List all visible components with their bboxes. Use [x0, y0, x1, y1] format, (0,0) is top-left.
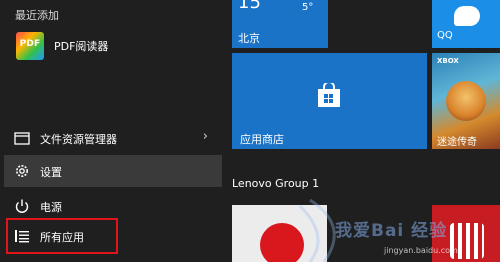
- tile-store[interactable]: 应用商店: [232, 53, 427, 149]
- xbox-badge: XBOX: [437, 57, 459, 65]
- tile-group-title[interactable]: Lenovo Group 1: [232, 177, 319, 190]
- recent-app-label: PDF阅读器: [54, 40, 109, 53]
- folder-icon: [14, 132, 30, 145]
- gear-icon: [16, 165, 28, 177]
- pdf-reader-icon: PDF: [16, 32, 44, 60]
- tile-label: QQ: [437, 30, 453, 41]
- tile-weather[interactable]: 15 5° 北京: [232, 0, 328, 48]
- weather-city: 北京: [238, 32, 260, 45]
- menu-item-label: 文件资源管理器: [40, 133, 117, 146]
- weather-degree: 5°: [302, 2, 314, 13]
- shopping-bag-icon: [318, 83, 340, 107]
- game-character-icon: [446, 81, 486, 121]
- chevron-right-icon[interactable]: ›: [203, 129, 208, 144]
- watermark-text: 我爱Bai 经验: [335, 221, 448, 241]
- watermark-url: jingyan.baidu.com: [384, 246, 458, 255]
- menu-item-label: 电源: [40, 201, 62, 214]
- recently-added-label: 最近添加: [15, 9, 59, 22]
- weather-temp: 15: [238, 0, 261, 13]
- menu-item-label: 设置: [40, 166, 62, 179]
- recent-app-pdf-reader[interactable]: PDF PDF阅读器: [0, 30, 222, 62]
- qq-chat-icon: [454, 6, 480, 26]
- menu-item-file-explorer[interactable]: 文件资源管理器 ›: [0, 122, 222, 154]
- pdf-icon-text: PDF: [19, 39, 41, 49]
- tile-game[interactable]: XBOX 迷途传奇: [432, 53, 500, 149]
- tile-qq[interactable]: QQ: [432, 0, 500, 48]
- power-icon: [15, 199, 29, 213]
- tile-label: 迷途传奇: [437, 137, 477, 148]
- highlight-box: [6, 218, 118, 254]
- menu-item-settings[interactable]: 设置: [4, 155, 222, 187]
- tile-label: 应用商店: [240, 133, 284, 146]
- start-menu-left-pane: 最近添加 PDF PDF阅读器 文件资源管理器 › 设置 电源 所有应用: [0, 0, 222, 262]
